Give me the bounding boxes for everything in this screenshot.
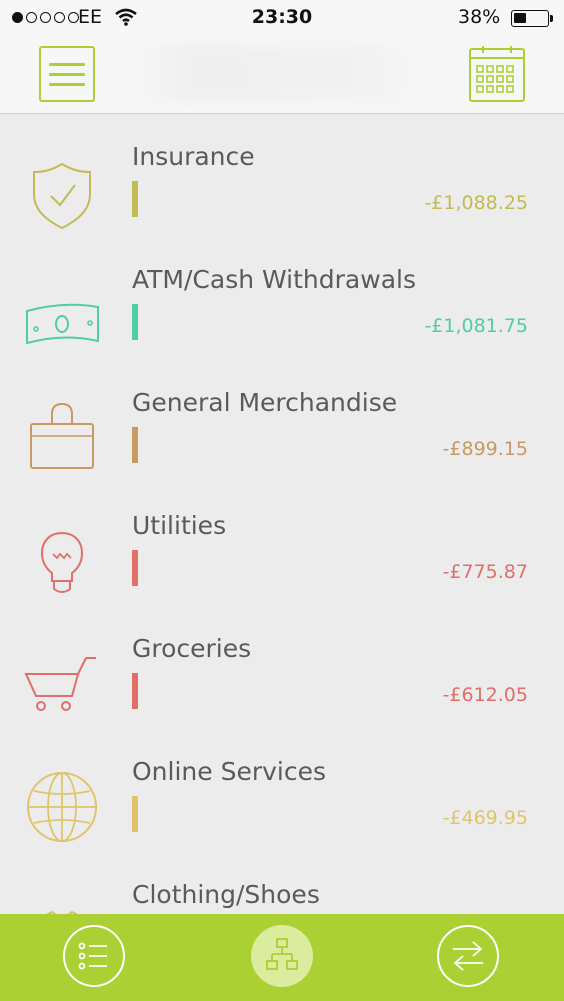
shopping-bag-icon	[30, 402, 94, 469]
category-color-bar	[132, 550, 138, 586]
category-amount: -£469.95	[442, 807, 528, 829]
category-name: Groceries	[132, 634, 252, 663]
menu-button[interactable]	[39, 46, 95, 102]
category-color-bar	[132, 181, 138, 217]
category-row-insurance[interactable]: Insurance -£1,088.25	[0, 114, 564, 237]
category-row-online-services[interactable]: Online Services -£469.95	[0, 729, 564, 852]
category-row-atm-cash[interactable]: ATM/Cash Withdrawals -£1,081.75	[0, 237, 564, 360]
category-row-clothing-shoes[interactable]: Clothing/Shoes	[0, 852, 564, 914]
shield-check-icon	[33, 162, 91, 230]
tab-transfers[interactable]	[437, 925, 499, 987]
calendar-button[interactable]	[469, 46, 525, 102]
category-name: Online Services	[132, 757, 327, 786]
status-bar: EE 23:30 38%	[0, 0, 564, 36]
tab-categories[interactable]	[251, 925, 313, 987]
list-icon	[78, 942, 107, 970]
category-name: Insurance	[132, 142, 255, 171]
lightbulb-icon	[40, 531, 84, 593]
shirt-icon	[45, 910, 79, 914]
header-title-blurred	[130, 44, 430, 102]
category-name: General Merchandise	[132, 388, 398, 417]
category-row-utilities[interactable]: Utilities -£775.87	[0, 483, 564, 606]
globe-icon	[27, 772, 97, 842]
category-list[interactable]: Insurance -£1,088.25 ATM/Cash Withdrawal…	[0, 114, 564, 914]
category-color-bar	[132, 427, 138, 463]
tab-transactions-list[interactable]	[63, 925, 125, 987]
category-color-bar	[132, 304, 138, 340]
category-color-bar	[132, 796, 138, 832]
bottom-tab-bar	[0, 914, 564, 1001]
shopping-cart-icon	[24, 657, 96, 711]
category-amount: -£1,088.25	[424, 192, 528, 214]
category-name: Utilities	[132, 511, 227, 540]
category-row-groceries[interactable]: Groceries -£612.05	[0, 606, 564, 729]
category-name: ATM/Cash Withdrawals	[132, 265, 416, 294]
category-amount: -£899.15	[442, 438, 528, 460]
category-name: Clothing/Shoes	[132, 880, 320, 909]
app-header	[0, 36, 564, 114]
hamburger-icon	[39, 46, 95, 102]
category-amount: -£775.87	[442, 561, 528, 583]
hierarchy-icon	[266, 938, 298, 970]
category-amount: -£612.05	[442, 684, 528, 706]
calendar-icon	[469, 46, 525, 102]
category-amount: -£1,081.75	[424, 315, 528, 337]
transfer-arrows-icon	[453, 941, 483, 971]
battery-percentage: 38%	[458, 6, 501, 28]
category-row-general-merchandise[interactable]: General Merchandise -£899.15	[0, 360, 564, 483]
battery-icon	[511, 10, 549, 27]
category-color-bar	[132, 673, 138, 709]
banknote-icon	[26, 303, 99, 345]
